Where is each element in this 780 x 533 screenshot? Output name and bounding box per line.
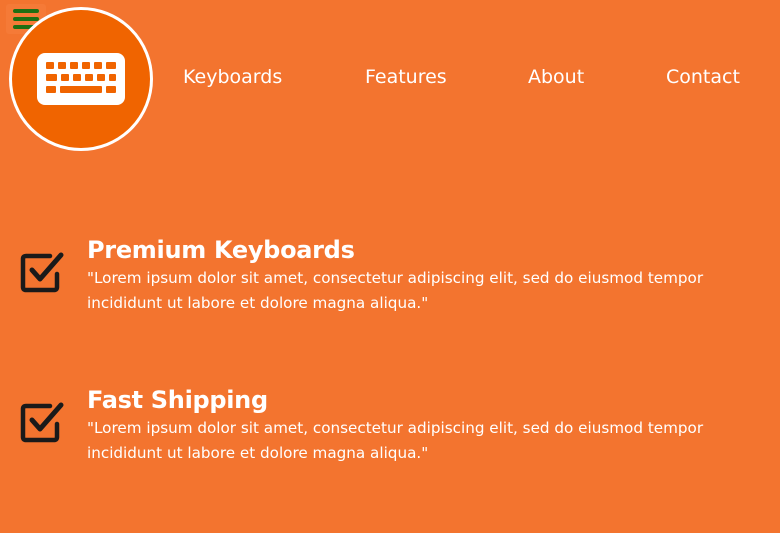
hamburger-icon	[13, 9, 39, 13]
checkbox-checked-icon	[20, 402, 64, 443]
main-nav: Keyboards Features About Contact	[0, 66, 780, 96]
hamburger-icon-bar	[13, 17, 39, 21]
checkbox-checked-icon	[20, 252, 64, 293]
nav-link-features[interactable]: Features	[365, 66, 447, 88]
nav-link-about[interactable]: About	[528, 66, 584, 88]
feature-title: Premium Keyboards	[87, 236, 355, 264]
feature-title: Fast Shipping	[87, 386, 268, 414]
feature-description: "Lorem ipsum dolor sit amet, consectetur…	[87, 419, 704, 462]
feature-description: "Lorem ipsum dolor sit amet, consectetur…	[87, 269, 704, 312]
nav-link-contact[interactable]: Contact	[666, 66, 740, 88]
nav-link-keyboards[interactable]: Keyboards	[183, 66, 282, 88]
